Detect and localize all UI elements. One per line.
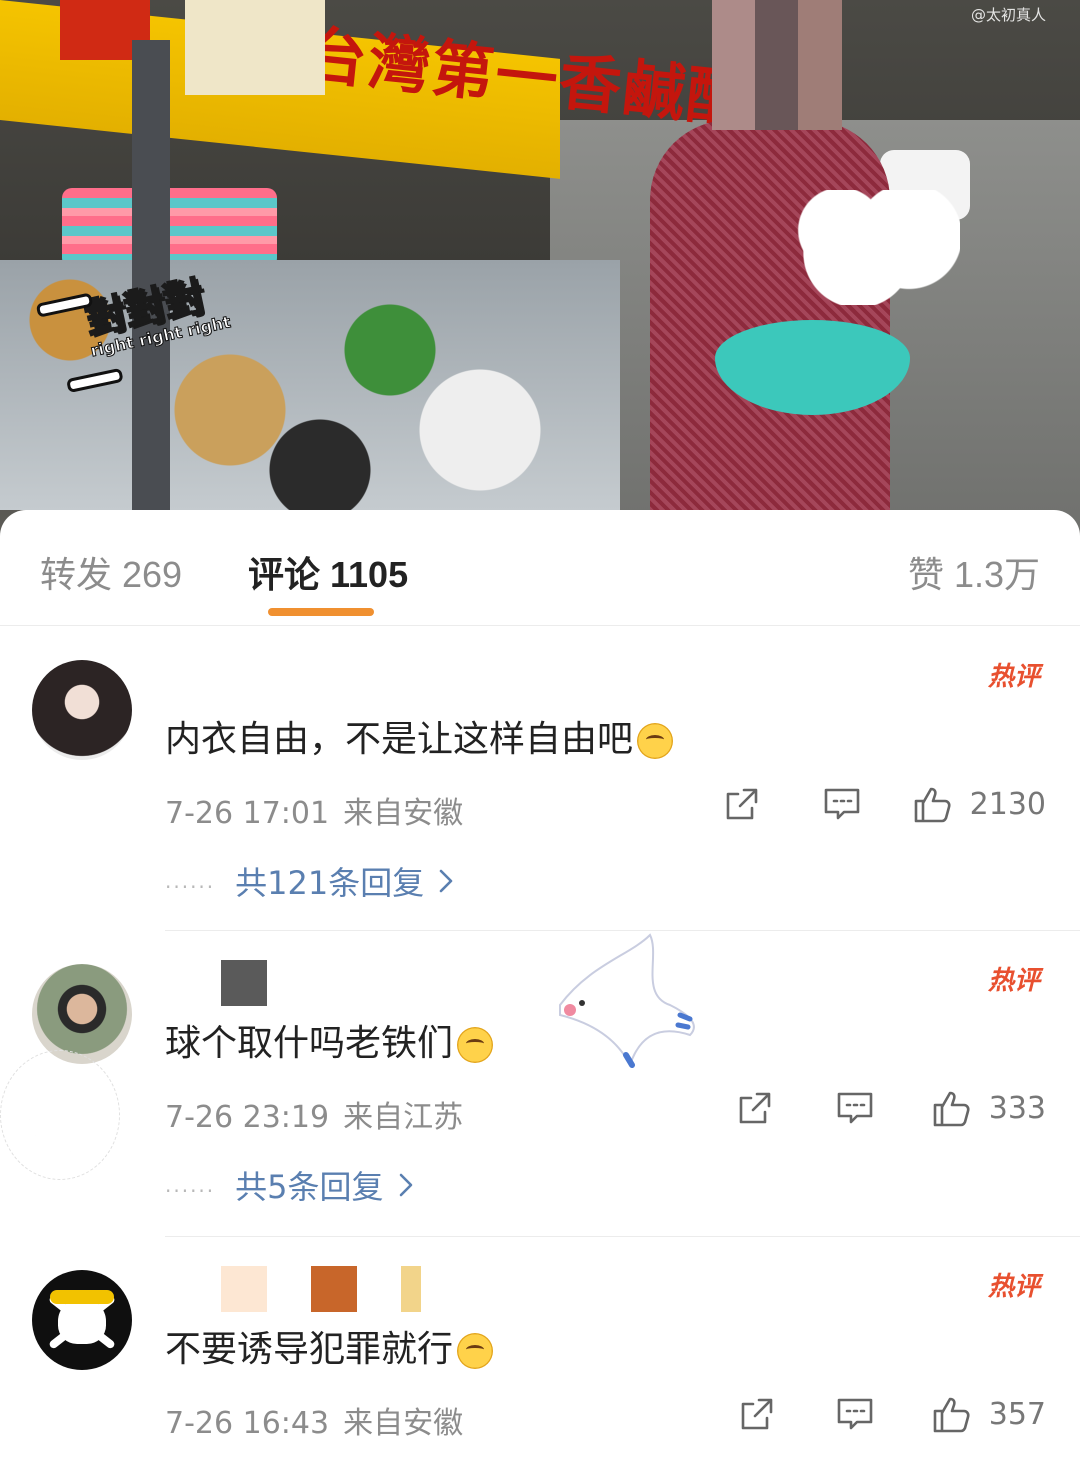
comment-text: 球个取什吗老铁们 bbox=[165, 1014, 494, 1066]
share-icon bbox=[741, 1398, 773, 1430]
view-replies-link[interactable]: ...... 共121条回复 bbox=[165, 858, 454, 904]
comment-meta: 7-26 23:19 来自江苏 bbox=[165, 1092, 463, 1136]
video-player[interactable]: 台灣第一香鹹酥 @太初真人 對對對 right right right bbox=[0, 0, 1080, 540]
hot-comment-badge: 热评 bbox=[987, 1272, 1040, 1302]
reply-button[interactable] bbox=[822, 782, 862, 826]
comment-body: 不要诱导犯罪就行 bbox=[165, 1329, 454, 1370]
redaction-block bbox=[311, 1266, 357, 1312]
tab-bar: 转发 269 评论 1105 赞 1.3万 bbox=[0, 510, 1080, 626]
like-count: 333 bbox=[988, 1090, 1046, 1126]
cloud-doodle-sticker bbox=[0, 1050, 120, 1180]
like-count: 2130 bbox=[969, 786, 1046, 822]
cloud-sticker-icon bbox=[790, 190, 960, 305]
comment-bubble-icon bbox=[837, 1398, 873, 1430]
thumbs-up-icon bbox=[933, 1091, 970, 1127]
hot-comment-badge: 热评 bbox=[987, 966, 1040, 996]
like-button[interactable]: 333 bbox=[931, 1086, 1046, 1130]
redaction-block bbox=[221, 960, 267, 1006]
reply-count-text: 共121条回复 bbox=[235, 864, 425, 902]
pixelated-face bbox=[712, 0, 842, 130]
comment-time: 7-26 23:19 bbox=[165, 1100, 330, 1135]
like-button[interactable]: 357 bbox=[931, 1392, 1046, 1436]
tab-comments[interactable]: 评论 1105 bbox=[248, 546, 408, 598]
share-button[interactable] bbox=[735, 1086, 775, 1130]
share-button[interactable] bbox=[737, 1392, 777, 1436]
comment-location: 来自安徽 bbox=[343, 1406, 464, 1441]
reply-count-text: 共5条回复 bbox=[235, 1168, 384, 1206]
comment-location: 来自安徽 bbox=[343, 796, 464, 831]
comment-body: 内衣自由，不是让这样自由吧 bbox=[165, 719, 634, 760]
chevron-right-icon bbox=[439, 869, 453, 893]
redaction-block bbox=[401, 1266, 421, 1312]
share-button[interactable] bbox=[722, 782, 762, 826]
reply-thread-dots: ...... bbox=[165, 869, 216, 893]
comment-item: 热评 内衣自由，不是让这样自由吧 7-26 17:01 来自安徽 2130 ...… bbox=[0, 626, 1080, 932]
hot-comment-badge: 热评 bbox=[987, 662, 1040, 692]
reply-button[interactable] bbox=[835, 1086, 875, 1130]
tab-repost[interactable]: 转发 269 bbox=[40, 546, 182, 598]
comment-bubble-icon bbox=[824, 788, 860, 820]
straw-hat-icon bbox=[50, 1290, 114, 1304]
comment-meta: 7-26 17:01 来自安徽 bbox=[165, 788, 463, 832]
like-count: 357 bbox=[988, 1396, 1046, 1432]
share-icon bbox=[739, 1092, 771, 1124]
bird-doodle-sticker bbox=[540, 915, 710, 1075]
stall-notice-card bbox=[185, 0, 325, 95]
share-icon bbox=[726, 788, 758, 820]
reply-button[interactable] bbox=[835, 1392, 875, 1436]
comment-time: 7-26 17:01 bbox=[165, 796, 330, 831]
avatar[interactable] bbox=[32, 660, 132, 760]
active-tab-indicator bbox=[268, 608, 374, 616]
comment-text: 内衣自由，不是让这样自由吧 bbox=[165, 710, 674, 762]
comment-meta: 7-26 16:43 来自安徽 bbox=[165, 1398, 463, 1442]
chevron-right-icon bbox=[399, 1173, 412, 1197]
glasses-emoji-icon bbox=[457, 1027, 494, 1063]
astonished-emoji-icon bbox=[637, 723, 674, 759]
view-replies-link[interactable]: ...... 共5条回复 bbox=[165, 1162, 414, 1208]
reply-thread-dots: ...... bbox=[165, 1173, 216, 1197]
skull-icon bbox=[58, 1298, 106, 1344]
comment-body: 球个取什吗老铁们 bbox=[165, 1023, 454, 1064]
comment-bubble-icon bbox=[837, 1092, 873, 1124]
like-button[interactable]: 2130 bbox=[912, 782, 1046, 826]
redaction-block bbox=[221, 1266, 267, 1312]
thumbs-up-icon bbox=[914, 787, 951, 823]
laughing-emoji-icon bbox=[457, 1333, 494, 1369]
tab-likes[interactable]: 赞 1.3万 bbox=[908, 546, 1040, 598]
comment-text: 不要诱导犯罪就行 bbox=[165, 1320, 494, 1372]
comment-item: 热评 不要诱导犯罪就行 7-26 16:43 来自安徽 357 bbox=[0, 1236, 1080, 1474]
comment-divider bbox=[165, 1236, 1080, 1237]
comment-location: 来自江苏 bbox=[343, 1100, 464, 1135]
avatar[interactable] bbox=[32, 964, 132, 1064]
comment-time: 7-26 16:43 bbox=[165, 1406, 330, 1441]
avatar[interactable] bbox=[32, 1270, 132, 1370]
thumbs-up-icon bbox=[933, 1397, 970, 1433]
video-watermark: @太初真人 bbox=[970, 6, 1046, 24]
